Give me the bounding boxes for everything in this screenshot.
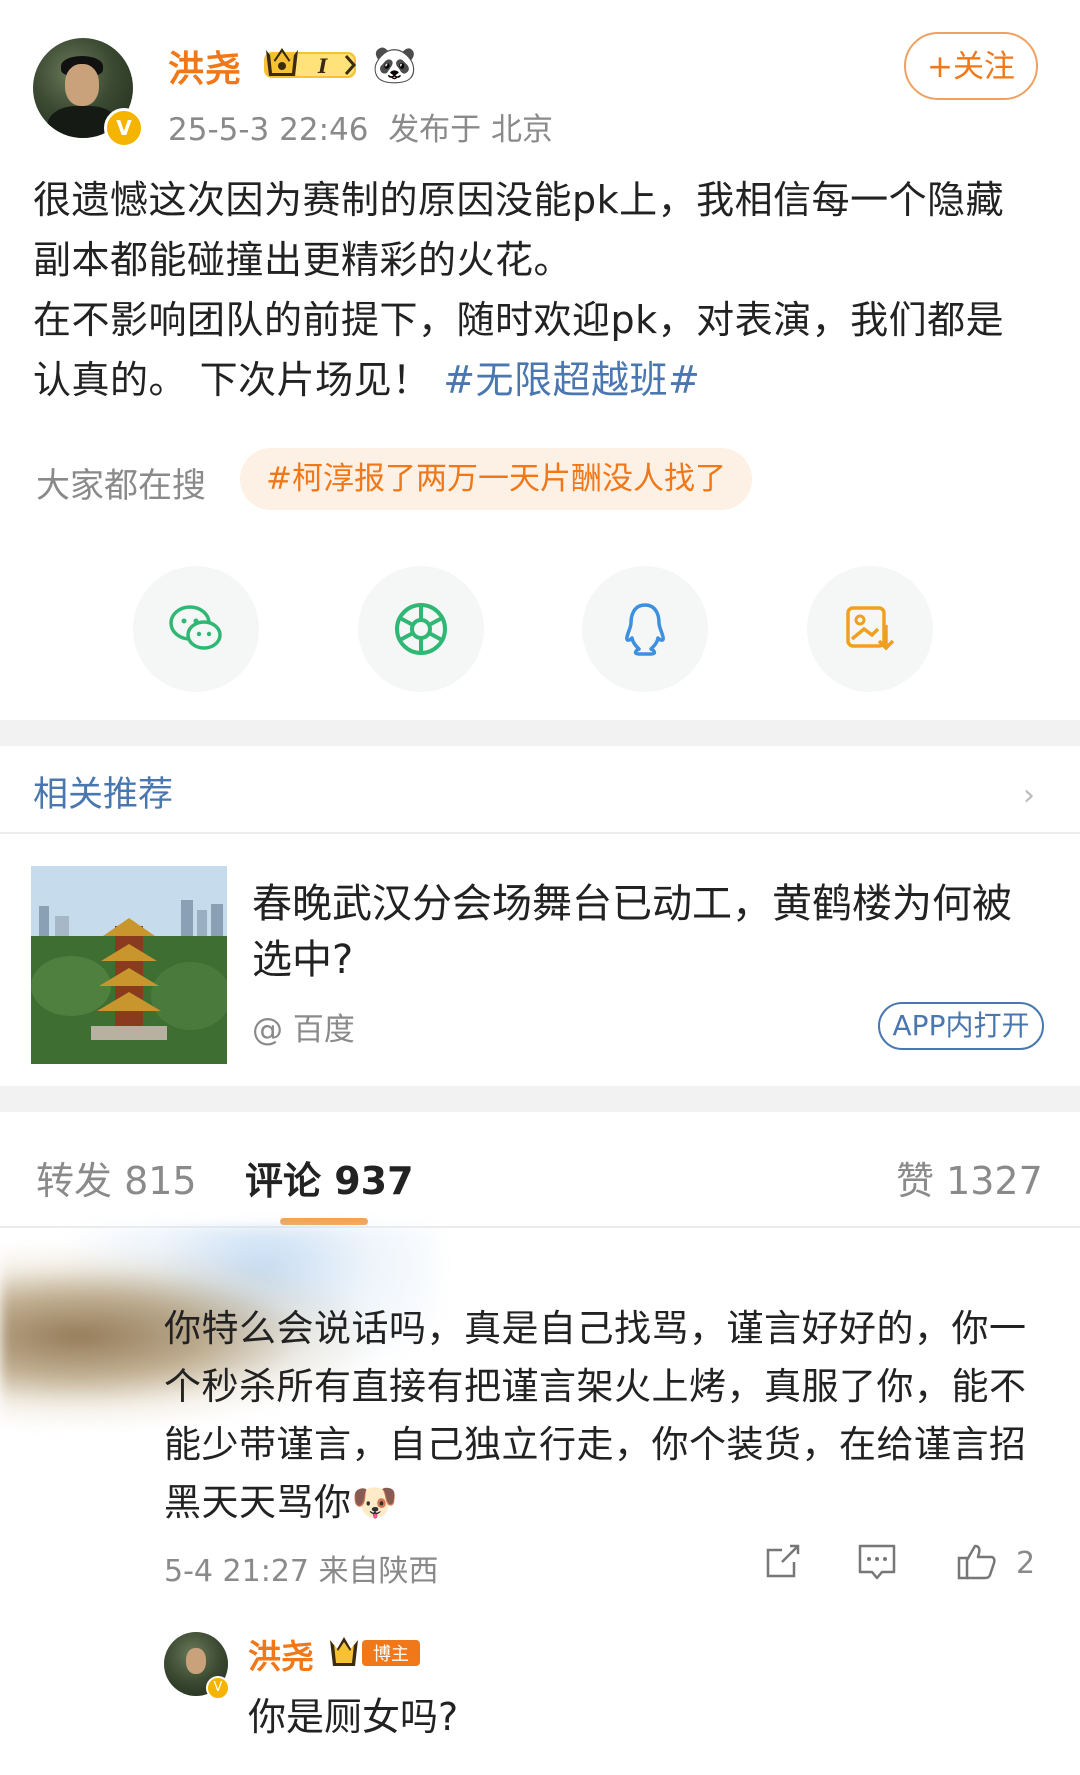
chevron-right-icon[interactable]: ›	[1023, 778, 1035, 813]
blogger-badge: 博主	[330, 1637, 420, 1666]
tab-comments[interactable]: 评论 937	[245, 1150, 414, 1205]
post-text-part1: 很遗憾这次因为赛制的原因没能pk上，我相信每一个隐藏副本都能碰撞出更精彩的火花。	[33, 178, 1005, 282]
trending-label: 大家都在搜	[36, 466, 206, 506]
wechat-icon	[169, 605, 222, 650]
divider	[0, 832, 1080, 834]
reply-text: 你是厕女吗?	[248, 1695, 459, 1739]
save-image-button[interactable]	[807, 566, 933, 692]
tab-repost[interactable]: 转发 815	[36, 1150, 197, 1205]
comment-like-count: 2	[1016, 1546, 1036, 1581]
post-meta: 25-5-3 22:46 发布于 北京	[168, 104, 553, 149]
tab-likes[interactable]: 赞 1327	[896, 1150, 1043, 1205]
post-timestamp: 25-5-3 22:46	[168, 112, 369, 148]
share-wechat-button[interactable]	[133, 566, 259, 692]
blogger-badge-label: 博主	[373, 1644, 409, 1665]
share-moments-button[interactable]	[358, 566, 484, 692]
related-recommend-title[interactable]: 相关推荐	[33, 766, 173, 817]
open-in-app-button[interactable]: APP内打开	[878, 1002, 1044, 1050]
level-text: I	[317, 54, 328, 78]
verified-badge-icon: V	[206, 1676, 230, 1700]
like-thumb-icon[interactable]	[954, 1540, 1000, 1584]
panda-icon: 🐼	[372, 45, 417, 86]
news-thumbnail[interactable]	[31, 866, 227, 1064]
reply-comment-icon[interactable]	[854, 1540, 900, 1584]
news-title[interactable]: 春晚武汉分会场舞台已动工，黄鹤楼为何被选中?	[252, 876, 1042, 988]
active-tab-indicator	[280, 1218, 368, 1225]
topic-link[interactable]: #无限超越班#	[443, 358, 700, 402]
author-name[interactable]: 洪尧	[168, 40, 242, 92]
section-divider	[0, 720, 1080, 746]
qq-icon	[625, 603, 665, 656]
trending-topic-pill[interactable]: #柯淳报了两万一天片酬没人找了	[240, 448, 752, 510]
news-source: @ 百度	[252, 1012, 355, 1048]
section-divider	[0, 1086, 1080, 1112]
member-level-badge-icon: I	[264, 48, 357, 78]
reply-author-name[interactable]: 洪尧	[248, 1630, 314, 1678]
post-text: 很遗憾这次因为赛制的原因没能pk上，我相信每一个隐藏副本都能碰撞出更精彩的火花。…	[33, 170, 1033, 410]
share-icon[interactable]	[760, 1540, 804, 1584]
post-location: 发布于 北京	[388, 112, 554, 148]
save-image-icon	[846, 606, 895, 651]
comment-meta: 5-4 21:27 来自陕西	[164, 1554, 439, 1589]
verified-badge-icon: V	[104, 108, 144, 148]
comment-text: 你特么会说话吗，真是自己找骂，谨言好好的，你一个秒杀所有直接有把谨言架火上烤，真…	[164, 1307, 1027, 1524]
follow-button[interactable]: +关注	[904, 32, 1038, 100]
moments-icon	[395, 603, 447, 655]
share-qq-button[interactable]	[582, 566, 708, 692]
